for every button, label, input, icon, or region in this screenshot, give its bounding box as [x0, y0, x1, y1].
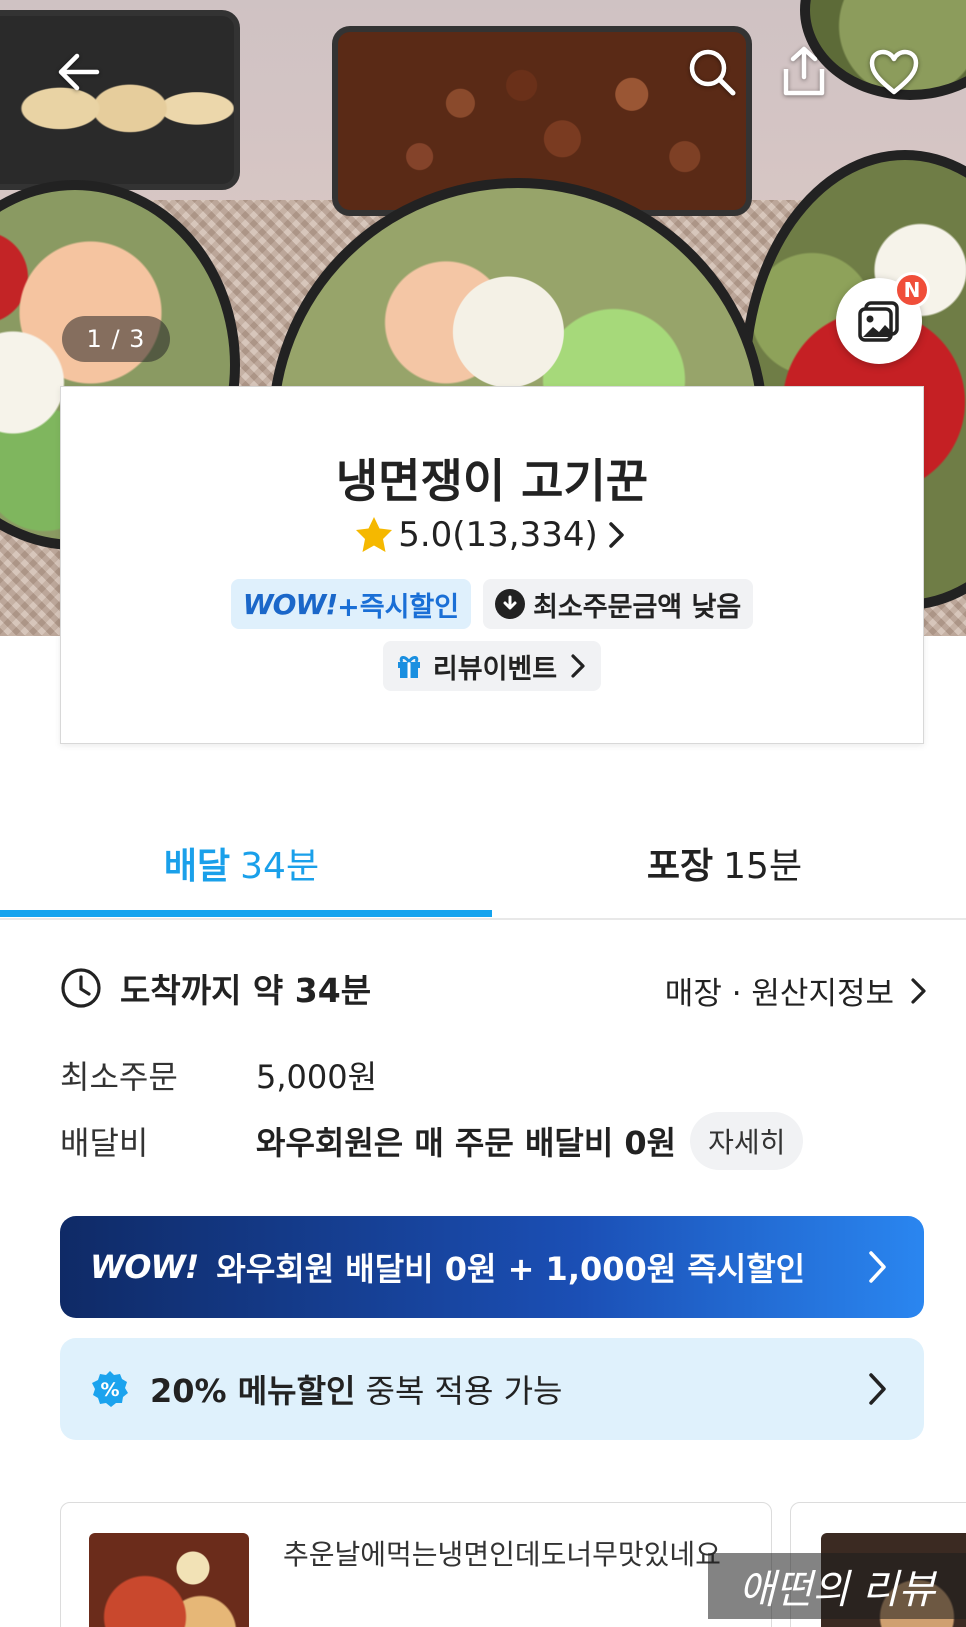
gift-icon — [397, 656, 420, 678]
arrival-estimate: 도착까지 약 34분 — [60, 964, 371, 1012]
badge-row: WOW! +즉시할인 최소주문금액 낮음 — [61, 579, 923, 629]
percent-badge-icon: % — [92, 1371, 128, 1407]
back-arrow-icon — [58, 53, 100, 91]
search-button[interactable] — [680, 40, 744, 104]
min-order-label: 최소주문 — [60, 1058, 178, 1096]
chevron-right-icon — [571, 654, 585, 678]
review-text: 추운날에먹는냉면인데도너무맛있네요 — [283, 1538, 721, 1571]
tab-delivery-label: 배달 — [163, 846, 231, 887]
discount-bold-text: 20% 메뉴할인 — [150, 1372, 356, 1410]
store-name: 냉면쟁이 고기꾼 — [335, 454, 649, 508]
wow-banner-text: 와우회원 배달비 0원 + 1,000원 즉시할인 — [216, 1250, 806, 1288]
min-order-row: 최소주문 5,000원 — [60, 1052, 377, 1098]
heart-icon — [869, 49, 919, 95]
watermark: 애떤의 리뷰 — [708, 1553, 966, 1619]
star-icon — [356, 517, 393, 552]
clock-icon — [61, 968, 101, 1008]
min-order-badge: 최소주문금액 낮음 — [483, 579, 754, 629]
review-card[interactable]: 추운날에먹는냉면인데도너무맛있네요 — [60, 1502, 772, 1627]
wow-badge-text: +즉시할인 — [337, 591, 460, 623]
wow-membership-banner[interactable]: WOW! 와우회원 배달비 0원 + 1,000원 즉시할인 — [60, 1216, 924, 1318]
active-tab-indicator — [0, 910, 492, 917]
image-counter: 1 / 3 — [62, 316, 170, 362]
share-button[interactable] — [772, 40, 836, 104]
min-order-value: 5,000원 — [256, 1058, 378, 1096]
chevron-right-icon — [609, 522, 624, 548]
share-icon — [783, 46, 825, 96]
review-event-button[interactable]: 리뷰이벤트 — [382, 641, 602, 691]
store-origin-info-link[interactable]: 매장 · 원산지정보 — [665, 968, 930, 1013]
discount-rest-text: 중복 적용 가능 — [365, 1372, 563, 1410]
wow-logo: WOW! — [90, 1248, 199, 1286]
order-type-tabs: 배달 34분 포장 15분 — [0, 808, 966, 920]
download-circle-icon — [495, 589, 526, 619]
rating-link[interactable]: 5.0(13,334) — [61, 515, 923, 555]
wow-discount-badge: WOW! +즉시할인 — [230, 579, 472, 629]
menu-discount-banner[interactable]: % 20% 메뉴할인 중복 적용 가능 — [60, 1338, 924, 1440]
delivery-fee-row: 배달비 와우회원은 매 주문 배달비 0원 자세히 — [60, 1112, 804, 1170]
store-info-card: 냉면쟁이 고기꾼 5.0(13,334) WOW! +즉시할인 최소주문금액 낮… — [60, 386, 924, 744]
review-photo — [89, 1533, 249, 1627]
review-event-text: 리뷰이벤트 — [432, 653, 558, 685]
tab-pickup-time: 15분 — [723, 846, 803, 887]
tab-pickup[interactable]: 포장 15분 — [483, 808, 966, 918]
min-order-badge-text: 최소주문금액 낮음 — [533, 591, 742, 623]
delivery-fee-detail-button[interactable]: 자세히 — [690, 1112, 804, 1170]
delivery-fee-value: 와우회원은 매 주문 배달비 0원 — [256, 1124, 677, 1162]
delivery-fee-label: 배달비 — [60, 1124, 149, 1162]
chevron-right-icon — [911, 977, 926, 1004]
svg-text:%: % — [100, 1379, 119, 1401]
favorite-button[interactable] — [862, 40, 926, 104]
tab-delivery-time: 34분 — [240, 846, 320, 887]
arrival-text: 도착까지 약 34분 — [120, 971, 372, 1010]
back-button[interactable] — [46, 40, 110, 104]
new-badge: N — [894, 272, 930, 308]
search-icon — [689, 49, 736, 96]
dumpling-tray — [0, 10, 240, 190]
store-origin-info-text: 매장 · 원산지정보 — [664, 976, 894, 1012]
rating-text: 5.0(13,334) — [398, 515, 598, 555]
chevron-right-icon — [869, 1373, 886, 1405]
photo-review-button[interactable]: N — [836, 272, 930, 364]
chevron-right-icon — [869, 1251, 886, 1283]
tab-pickup-label: 포장 — [646, 846, 714, 887]
photo-review-icon — [858, 301, 899, 342]
wow-logo: WOW! — [242, 587, 338, 621]
tab-delivery[interactable]: 배달 34분 — [0, 808, 483, 918]
